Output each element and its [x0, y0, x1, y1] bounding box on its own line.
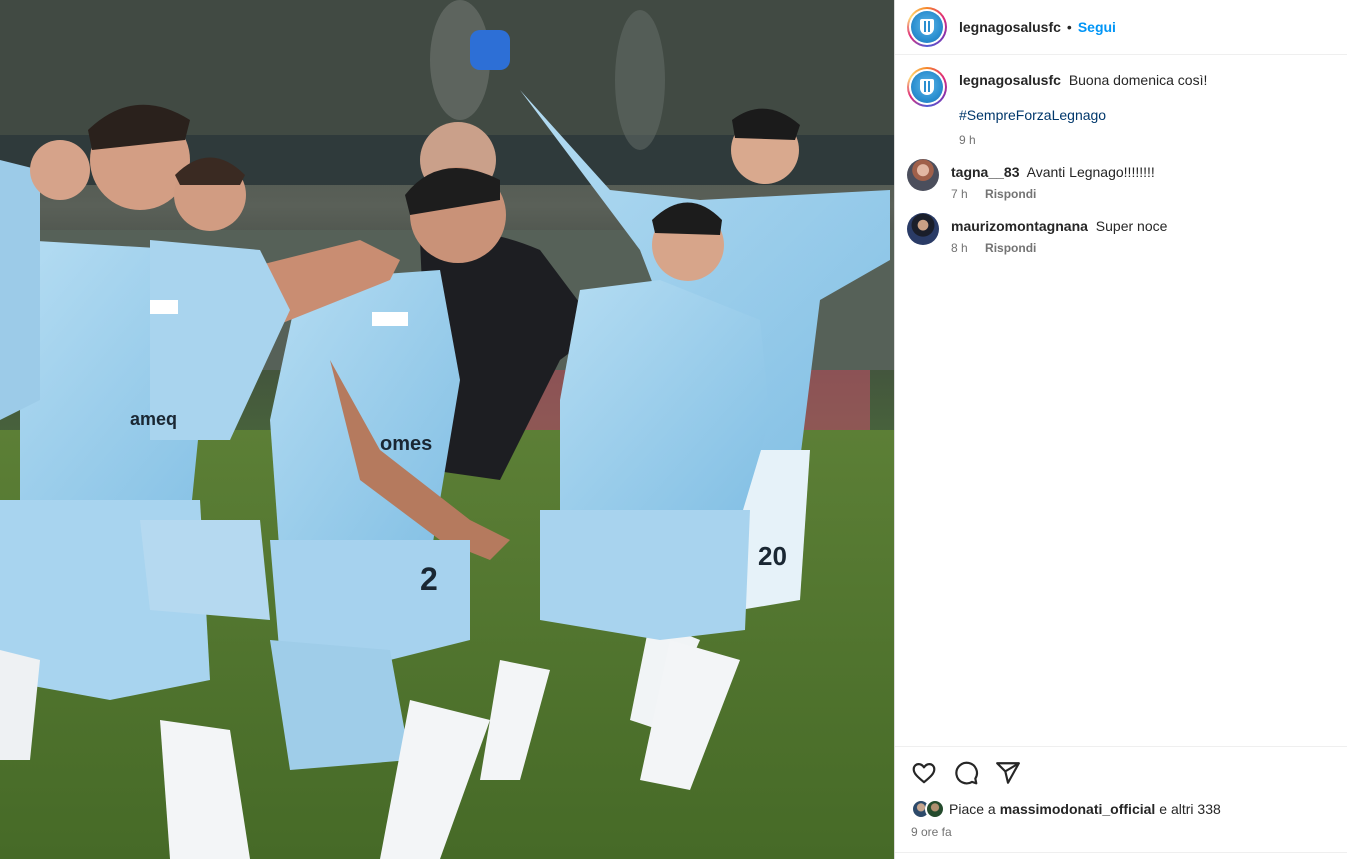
comment-item: maurizomontagnana Super noce 8 h Rispond… — [907, 213, 1331, 255]
comment-text: Avanti Legnago!!!!!!!! — [1026, 164, 1155, 180]
caption-time: 9 h — [959, 133, 976, 147]
follow-button[interactable]: Segui — [1078, 19, 1116, 35]
comment-item: tagna__83 Avanti Legnago!!!!!!!! 7 h Ris… — [907, 159, 1331, 201]
svg-text:20: 20 — [758, 541, 787, 571]
likes-user[interactable]: massimodonati_official — [1000, 801, 1156, 817]
heart-icon[interactable] — [911, 760, 937, 786]
comment-username[interactable]: maurizomontagnana — [951, 218, 1088, 234]
caption-text: Buona domenica così! — [1068, 72, 1208, 88]
commenter-avatar[interactable] — [907, 159, 939, 191]
post-photo[interactable]: omes ameq 2 20 — [0, 0, 894, 859]
reply-button[interactable]: Rispondi — [985, 241, 1036, 255]
caption: legnagosalusfc Buona domenica così! #Sem… — [907, 67, 1331, 147]
comments-list: legnagosalusfc Buona domenica così! #Sem… — [895, 55, 1347, 255]
send-icon[interactable] — [995, 760, 1021, 786]
comment-time: 8 h — [951, 241, 968, 255]
post-header: legnagosalusfc • Segui — [895, 0, 1347, 55]
likes-summary: Piace a massimodonati_official e altri 3… — [911, 799, 1331, 819]
author-avatar[interactable] — [907, 7, 947, 47]
separator-dot: • — [1066, 19, 1072, 35]
liker-avatar — [925, 799, 945, 819]
caption-username[interactable]: legnagosalusfc — [959, 72, 1061, 88]
likes-suffix[interactable]: e altri 338 — [1159, 801, 1220, 817]
liker-avatars — [911, 799, 945, 819]
caption-avatar[interactable] — [907, 67, 947, 107]
reply-button[interactable]: Rispondi — [985, 187, 1036, 201]
instagram-post-modal: omes ameq 2 20 legnagosalusfc • Segui le… — [0, 0, 1347, 859]
post-time: 9 ore fa — [911, 825, 952, 839]
author-username[interactable]: legnagosalusfc — [959, 19, 1061, 35]
svg-text:2: 2 — [420, 561, 438, 597]
likes-prefix: Piace a — [949, 801, 996, 817]
svg-text:ameq: ameq — [130, 409, 177, 429]
commenter-avatar[interactable] — [907, 213, 939, 245]
add-comment-divider — [895, 852, 1347, 853]
comment-icon[interactable] — [953, 760, 979, 786]
post-side-panel: legnagosalusfc • Segui legnagosalusfc Bu… — [894, 0, 1347, 859]
comment-time: 7 h — [951, 187, 968, 201]
caption-hashtag[interactable]: #SempreForzaLegnago — [959, 107, 1331, 123]
comment-text: Super noce — [1095, 218, 1168, 234]
post-actions: Piace a massimodonati_official e altri 3… — [895, 746, 1347, 839]
action-icons — [911, 759, 1331, 787]
club-logo-icon — [911, 71, 943, 103]
comment-username[interactable]: tagna__83 — [951, 164, 1019, 180]
svg-text:omes: omes — [380, 433, 432, 455]
club-logo-icon — [911, 11, 943, 43]
celebration-photo-illustration: omes ameq 2 20 — [0, 0, 894, 859]
